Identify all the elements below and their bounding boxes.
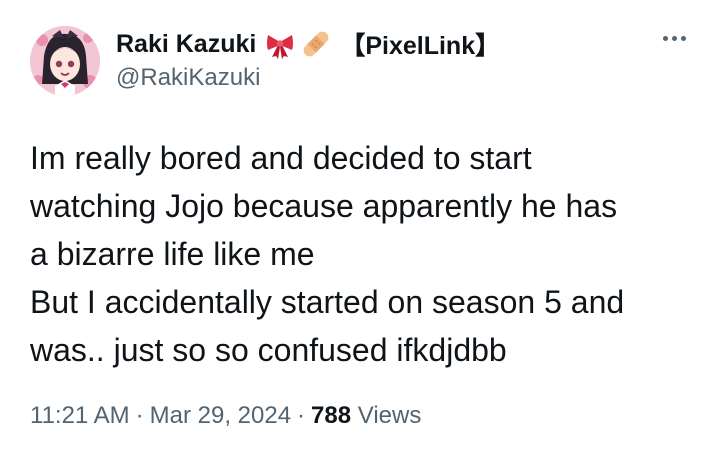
tweet-text-line: a bizarre life like me [30, 236, 315, 272]
tweet-date[interactable]: Mar 29, 2024 [150, 402, 291, 429]
ribbon-emoji [264, 28, 296, 60]
tweet-text-line: Im really bored and decided to start [30, 140, 532, 176]
meta-separator: · [297, 402, 306, 429]
author-info: Raki Kazuki 【PixelLink】 @RakiKazuki [116, 26, 500, 92]
avatar-image [30, 26, 100, 96]
tweet-text-line: watching Jojo because apparently he has [30, 188, 618, 224]
tweet-text-line: was.. just so so confused ifkdjdbb [30, 332, 507, 368]
more-dot [672, 36, 677, 41]
display-name-row: Raki Kazuki 【PixelLink】 [116, 26, 500, 62]
user-handle[interactable]: @RakiKazuki [116, 64, 500, 92]
more-dot [663, 36, 668, 41]
tweet-time[interactable]: 11:21 AM [30, 402, 130, 429]
avatar[interactable] [30, 26, 100, 96]
more-dot [681, 36, 686, 41]
tweet-text-line: But I accidentally started on season 5 a… [30, 284, 625, 320]
meta-separator: · [135, 402, 144, 429]
views-count: 788 [311, 402, 352, 429]
display-name[interactable]: Raki Kazuki [116, 30, 256, 59]
tweet-meta: 11:21 AM · Mar 29, 2024 · 788 Views [30, 402, 421, 430]
name-tag: 【PixelLink】 [340, 32, 501, 60]
tweet-text: Im really bored and decided to start wat… [30, 134, 700, 374]
bandage-emoji [300, 28, 332, 60]
tweet-card: Raki Kazuki 【PixelLink】 @RakiKazuki Im r… [0, 0, 720, 464]
views-label: Views [357, 402, 422, 429]
more-options-icon[interactable] [659, 32, 690, 45]
